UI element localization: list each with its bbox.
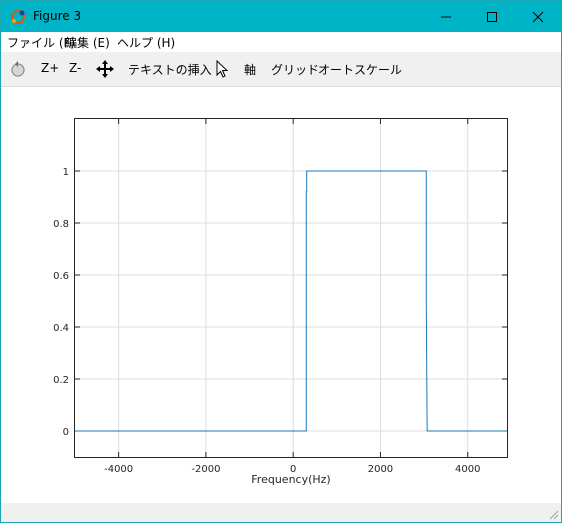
y-tick-label: 0.2	[53, 375, 69, 386]
close-icon	[532, 11, 544, 22]
plot-area: -4000 -2000 0 2000 4000 0 0.2 0.4 0.6 0.8 1 Freque…	[1, 87, 561, 503]
axes-frame	[74, 118, 508, 458]
axis-ticks: -4000 -2000 0 2000 400000.20.40.60.81	[53, 119, 507, 475]
window-title: Figure 3	[33, 9, 82, 23]
x-tick-label: -2000	[191, 464, 220, 475]
minimize-button[interactable]	[423, 1, 469, 32]
axis-button[interactable]: 軸	[244, 61, 256, 78]
status-bar	[1, 503, 561, 522]
close-button[interactable]	[515, 1, 561, 32]
series-line	[75, 170, 507, 432]
maximize-icon	[487, 11, 497, 22]
zoom-in-button[interactable]: Z+	[41, 61, 59, 75]
x-tick-label: -4000	[104, 464, 133, 475]
reset-zoom-icon[interactable]	[9, 60, 27, 78]
resize-grip-icon[interactable]	[547, 508, 559, 520]
figure-window: Figure 3 ファイル (F) 編集 (E) ヘルプ (H) Z+ Z- テ…	[0, 0, 562, 523]
title-bar[interactable]: Figure 3	[1, 1, 561, 32]
y-tick-label: 0.8	[53, 219, 69, 230]
grid-lines	[75, 119, 507, 457]
minimize-icon	[441, 16, 451, 17]
y-tick-label: 1	[63, 167, 69, 178]
plot-series	[75, 170, 507, 432]
zoom-out-button[interactable]: Z-	[69, 61, 81, 75]
chart-svg[interactable]: -4000 -2000 0 2000 400000.20.40.60.81 Freque…	[1, 87, 561, 503]
y-tick-label: 0.6	[53, 271, 69, 282]
y-tick-label: 0.4	[53, 323, 69, 334]
y-tick-label: 0	[63, 427, 69, 438]
pan-arrows-icon[interactable]	[96, 60, 114, 78]
cursor-arrow-icon[interactable]	[215, 60, 229, 78]
toolbar: Z+ Z- テキストの挿入 軸 グリッド オートスケール	[1, 52, 561, 87]
autoscale-button[interactable]: オートスケール	[318, 61, 402, 78]
x-tick-label: 2000	[368, 464, 393, 475]
x-tick-label: 4000	[455, 464, 480, 475]
menu-help[interactable]: ヘルプ (H)	[117, 34, 175, 51]
x-axis-label: Frequency(Hz)	[251, 473, 330, 486]
menu-bar: ファイル (F) 編集 (E) ヘルプ (H)	[1, 32, 561, 52]
grid-button[interactable]: グリッド	[271, 61, 319, 78]
app-icon	[11, 10, 25, 24]
menu-edit[interactable]: 編集 (E)	[65, 34, 110, 51]
insert-text-button[interactable]: テキストの挿入	[128, 61, 212, 78]
maximize-button[interactable]	[469, 1, 515, 32]
